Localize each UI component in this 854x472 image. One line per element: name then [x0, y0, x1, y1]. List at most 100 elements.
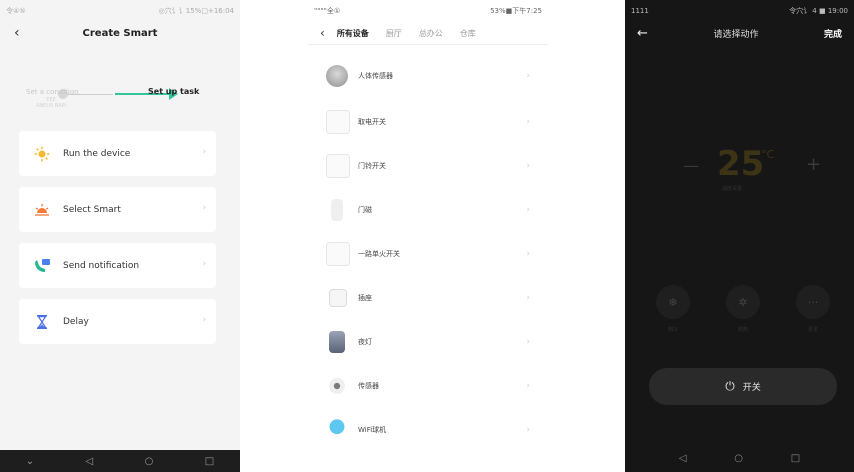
night-light-icon: [329, 331, 345, 353]
chevron-right-icon: ›: [202, 203, 206, 213]
mode-heat-button[interactable]: ✲: [726, 285, 760, 319]
arrow-left-icon[interactable]: ←: [637, 26, 648, 41]
status-left: 令④⑤: [6, 7, 26, 15]
task-send-notification[interactable]: Send notification ›: [19, 243, 216, 288]
device-row[interactable]: 取电开关 ›: [308, 102, 548, 142]
recents-nav-icon[interactable]: □: [205, 456, 214, 467]
room-tabs: ‹ 所有设备 厨厅 总办公 仓库: [308, 22, 548, 45]
power-label: 开关: [742, 383, 761, 393]
status-bar: 令④⑤ ◎穴讠讠15%□+16:04: [0, 0, 240, 22]
recents-nav-icon[interactable]: □: [791, 453, 800, 464]
device-name: 夜灯: [358, 338, 372, 346]
device-name: WiFi球机: [358, 426, 387, 434]
sun-icon: ✲: [738, 295, 748, 309]
home-nav-icon[interactable]: ○: [145, 456, 154, 467]
snowflake-icon: ❄: [668, 295, 678, 309]
device-row[interactable]: 人体传感器 ›: [308, 56, 548, 96]
device-name: 一路单火开关: [358, 250, 400, 258]
power-switch-icon: [326, 110, 350, 134]
header: ← 请选择动作 完成: [625, 22, 854, 44]
chevron-right-icon: ›: [202, 259, 206, 269]
tab-room-2[interactable]: 厨厅: [386, 28, 402, 39]
door-switch-icon: [326, 154, 350, 178]
minus-icon[interactable]: —: [683, 156, 699, 175]
status-left: 1111: [631, 7, 649, 15]
status-right: 53%■下午7:25: [490, 7, 542, 15]
socket-icon: [329, 289, 347, 307]
task-label: Run the device: [63, 148, 131, 159]
tab-room-4[interactable]: 仓库: [460, 28, 476, 39]
task-run-device[interactable]: Run the device ›: [19, 131, 216, 176]
chevron-right-icon: ›: [526, 249, 530, 259]
device-name: 门磁: [358, 206, 372, 214]
page-title: Create Smart: [82, 27, 158, 39]
tab-all-devices[interactable]: 所有设备: [337, 28, 369, 39]
device-row[interactable]: 夜灯 ›: [308, 322, 548, 362]
chevron-right-icon: ›: [526, 293, 530, 303]
task-label: Select Smart: [63, 204, 121, 215]
door-sensor-icon: [331, 199, 343, 221]
task-label: Send notification: [63, 260, 140, 271]
status-right: ◎穴讠讠15%□+16:04: [158, 7, 234, 15]
device-name: 传感器: [358, 382, 379, 390]
phone-create-smart: 令④⑤ ◎穴讠讠15%□+16:04 ‹ Create Smart Set a …: [0, 0, 240, 472]
chevron-right-icon: ›: [526, 381, 530, 391]
power-icon: ⏻: [725, 379, 735, 393]
device-row[interactable]: 门磁 ›: [308, 190, 548, 230]
tab-room-3[interactable]: 总办公: [419, 28, 443, 39]
sun-icon: [33, 145, 51, 163]
mode-more-button[interactable]: ···: [796, 285, 830, 319]
step-sub-line-b: ANEUS BAPI: [36, 103, 67, 109]
mode-label: 制热: [737, 327, 748, 333]
step-label-condition: Set a condition: [26, 88, 79, 96]
back-icon[interactable]: ‹: [14, 22, 20, 44]
header: ‹ Create Smart: [0, 22, 240, 44]
system-nav-bar: ◁ ○ □: [625, 445, 854, 472]
chevron-right-icon: ›: [526, 425, 530, 435]
device-name: 取电开关: [358, 118, 386, 126]
back-nav-icon[interactable]: ◁: [679, 453, 687, 464]
device-row[interactable]: 门铃开关 ›: [308, 146, 548, 186]
hourglass-icon: [33, 313, 51, 331]
chevron-right-icon: ›: [202, 315, 206, 325]
device-name: 插座: [358, 294, 372, 302]
status-right: 令穴讠 4 ■ 19:00: [789, 7, 848, 15]
temperature-unit: °C: [761, 148, 775, 161]
temperature-caption: 温度设置: [722, 186, 743, 192]
back-nav-icon[interactable]: ◁: [86, 456, 94, 467]
plus-icon[interactable]: +: [806, 154, 821, 175]
task-delay[interactable]: Delay ›: [19, 299, 216, 344]
wifi-camera-icon: [326, 419, 348, 441]
chevron-right-icon: ›: [526, 71, 530, 81]
task-select-smart[interactable]: Select Smart ›: [19, 187, 216, 232]
more-icon: ···: [807, 295, 819, 309]
temperature-value: 25: [717, 144, 765, 184]
status-bar: 1111 令穴讠 4 ■ 19:00: [625, 0, 854, 22]
device-row[interactable]: 插座 ›: [308, 278, 548, 318]
power-button[interactable]: ⏻ 开关: [649, 368, 837, 405]
sensor-icon: [329, 378, 345, 394]
status-bar: """"全① 53%■下午7:25: [308, 0, 548, 22]
device-row[interactable]: 传感器 ›: [308, 366, 548, 406]
status-left: """"全①: [314, 7, 341, 15]
step-sub-condition: EEE ANEUS BAPI: [36, 97, 66, 109]
chevron-right-icon: ›: [526, 205, 530, 215]
page-title: 请选择动作: [713, 29, 759, 40]
motion-sensor-icon: [326, 65, 348, 87]
chevron-right-icon: ›: [526, 117, 530, 127]
mode-label: 更多: [807, 327, 818, 333]
chevron-right-icon: ›: [526, 337, 530, 347]
device-row[interactable]: WiFi球机 ›: [308, 410, 548, 450]
sunrise-icon: [33, 201, 51, 219]
mode-cool-button[interactable]: ❄: [656, 285, 690, 319]
back-icon[interactable]: ‹: [320, 26, 325, 40]
home-nav-icon[interactable]: ○: [734, 453, 743, 464]
single-switch-icon: [326, 242, 350, 266]
message-icon: [33, 257, 51, 275]
device-row[interactable]: 一路单火开关 ›: [308, 234, 548, 274]
device-name: 门铃开关: [358, 162, 386, 170]
chevron-down-icon[interactable]: ⌄: [26, 456, 34, 467]
done-button[interactable]: 完成: [824, 27, 842, 40]
step-label-task: Set up task: [148, 87, 200, 96]
chevron-right-icon: ›: [202, 147, 206, 157]
